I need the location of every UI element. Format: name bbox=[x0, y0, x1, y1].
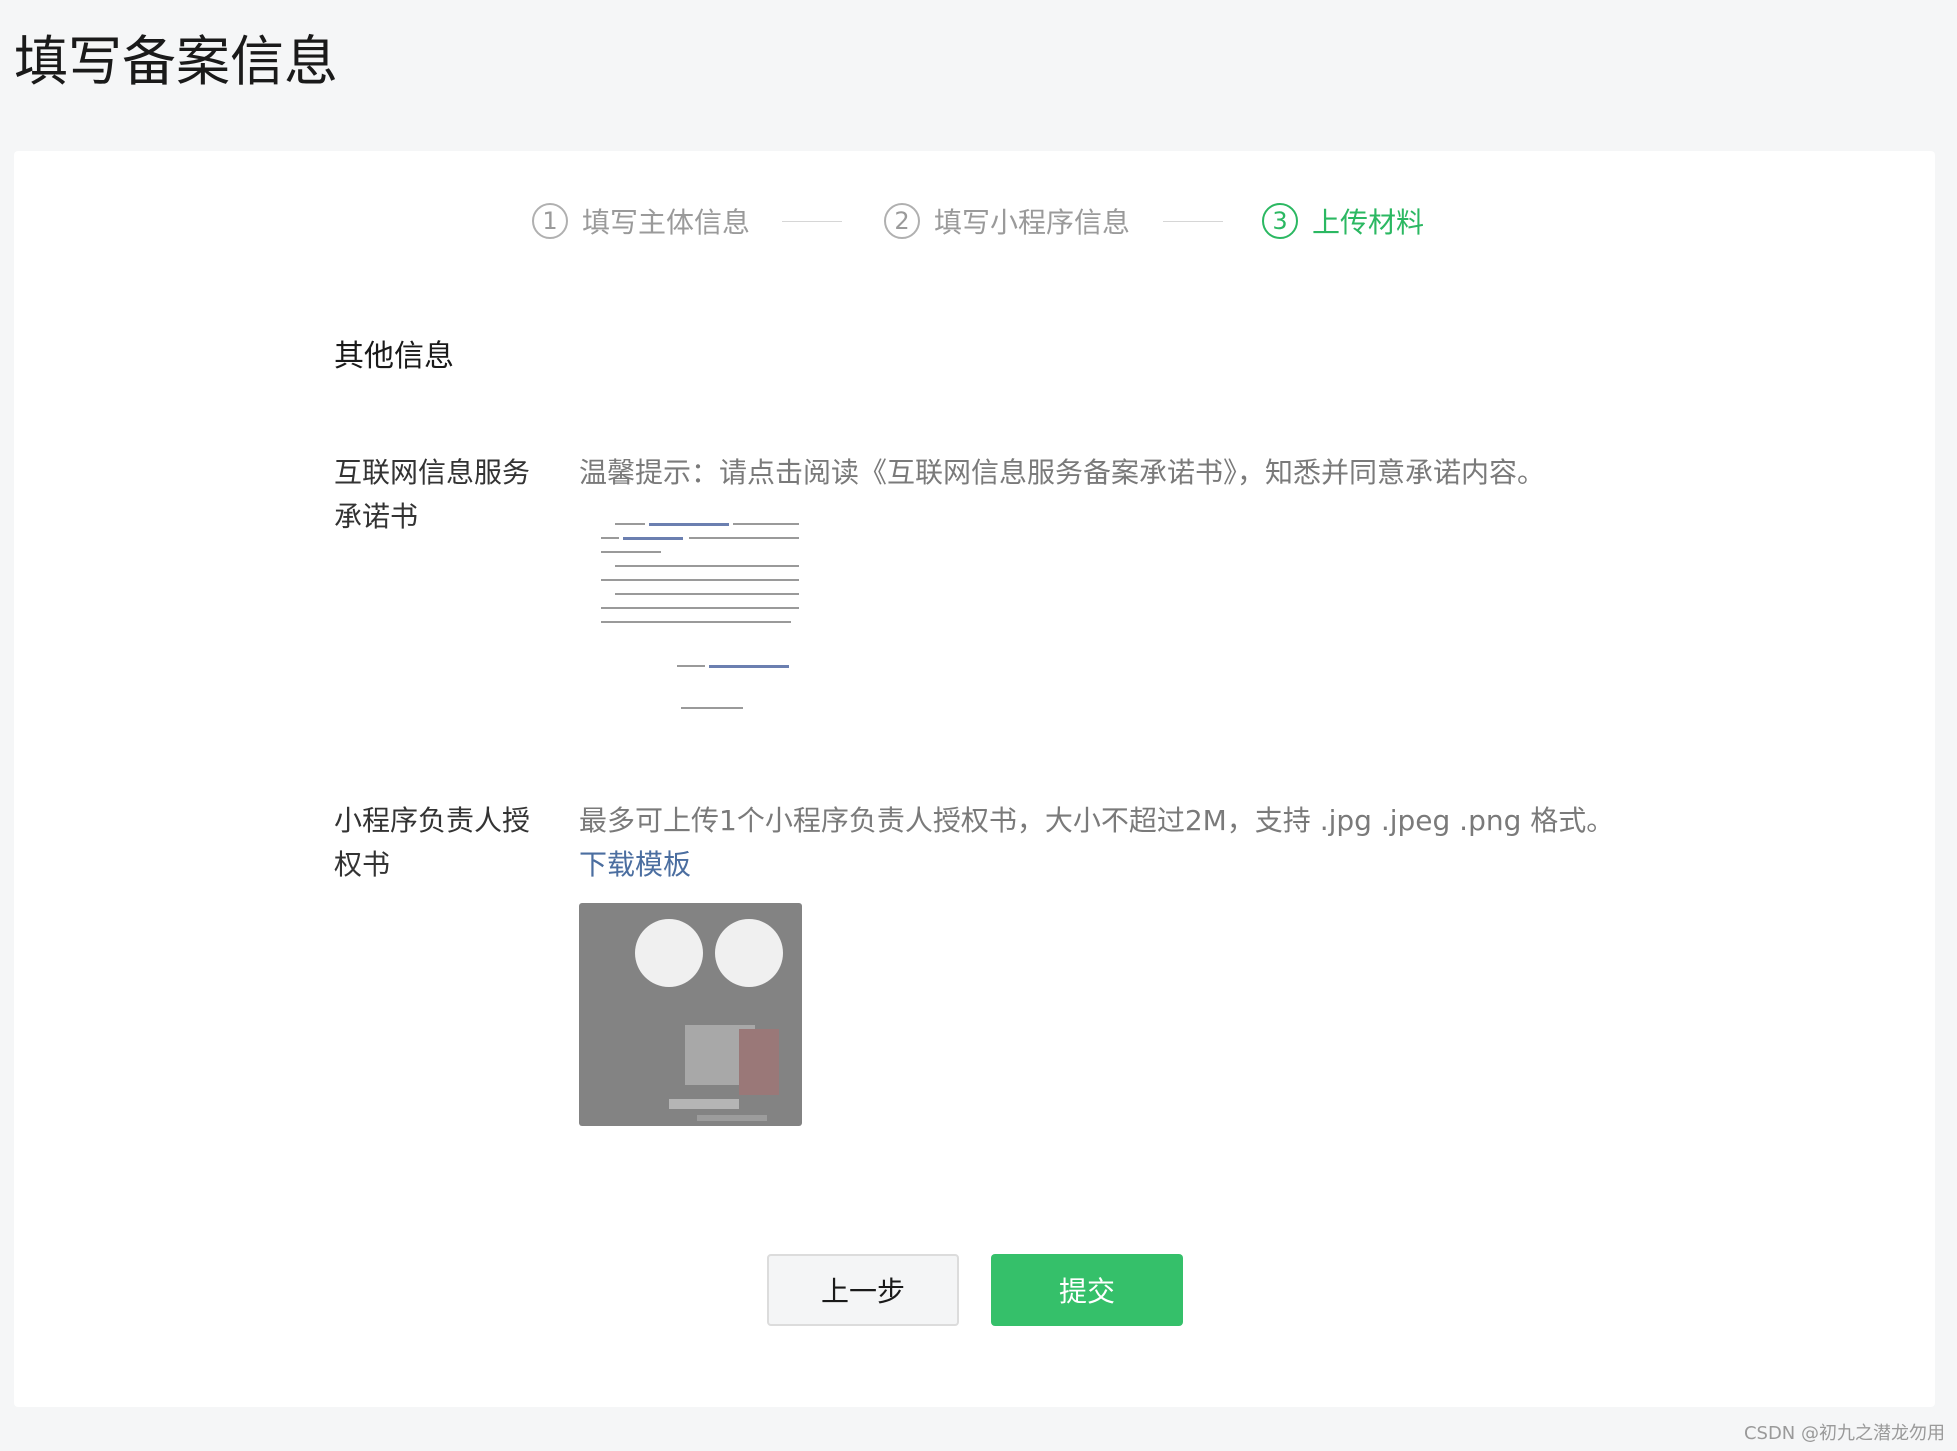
step-number-2: 2 bbox=[884, 203, 920, 239]
step-1: 1 填写主体信息 bbox=[532, 197, 750, 245]
submit-button[interactable]: 提交 bbox=[991, 1254, 1183, 1326]
commitment-label: 互联网信息服务承诺书 bbox=[334, 456, 531, 533]
step-number-1: 1 bbox=[532, 203, 568, 239]
commitment-content: 温馨提示：请点击阅读《互联网信息服务备案承诺书》，知悉并同意承诺内容。 bbox=[579, 451, 1679, 729]
step-label-3: 上传材料 bbox=[1312, 206, 1425, 239]
authorization-content: 最多可上传1个小程序负责人授权书，大小不超过2M，支持 .jpg .jpeg .… bbox=[579, 799, 1679, 1126]
page-title: 填写备案信息 bbox=[14, 30, 338, 93]
doc-text-line bbox=[623, 537, 683, 540]
prev-step-button[interactable]: 上一步 bbox=[767, 1254, 959, 1326]
uploaded-authorization-image[interactable] bbox=[579, 903, 802, 1126]
step-label-2: 填写小程序信息 bbox=[934, 206, 1131, 239]
authorization-label: 小程序负责人授权书 bbox=[334, 804, 531, 881]
step-divider-1 bbox=[782, 221, 842, 222]
doc-text-line bbox=[733, 523, 799, 525]
step-2: 2 填写小程序信息 bbox=[884, 197, 1130, 245]
doc-text-line bbox=[615, 565, 799, 567]
download-template-link[interactable]: 下载模板 bbox=[579, 843, 691, 887]
doc-text-line bbox=[601, 537, 619, 539]
image-blur-region bbox=[715, 919, 783, 987]
doc-text-line bbox=[709, 665, 789, 668]
doc-text-line bbox=[601, 579, 799, 581]
doc-text-line bbox=[601, 607, 799, 609]
step-number-3: 3 bbox=[1262, 203, 1298, 239]
commitment-document-thumbnail[interactable] bbox=[579, 509, 809, 729]
doc-text-line bbox=[681, 707, 743, 709]
section-title: 其他信息 bbox=[334, 339, 454, 374]
commitment-tip: 温馨提示：请点击阅读《互联网信息服务备案承诺书》，知悉并同意承诺内容。 bbox=[579, 456, 1546, 489]
doc-text-line bbox=[601, 621, 791, 623]
doc-text-line bbox=[677, 665, 705, 667]
step-label-1: 填写主体信息 bbox=[582, 206, 751, 239]
step-indicator: 1 填写主体信息 2 填写小程序信息 3 上传材料 bbox=[14, 197, 1935, 245]
doc-text-line bbox=[615, 593, 799, 595]
image-blur-region bbox=[739, 1029, 779, 1095]
doc-text-line bbox=[649, 523, 729, 526]
authorization-tip: 最多可上传1个小程序负责人授权书，大小不超过2M，支持 .jpg .jpeg .… bbox=[579, 804, 1615, 837]
image-blur-region bbox=[669, 1099, 739, 1109]
step-3: 3 上传材料 bbox=[1262, 197, 1424, 245]
doc-text-line bbox=[615, 523, 645, 525]
watermark: CSDN @初九之潜龙勿用 bbox=[1743, 1423, 1945, 1444]
form-card: 1 填写主体信息 2 填写小程序信息 3 上传材料 其他信息 互联网信息服务承诺… bbox=[14, 151, 1935, 1407]
image-blur-region bbox=[697, 1115, 767, 1121]
image-blur-region bbox=[635, 919, 703, 987]
doc-text-line bbox=[601, 551, 661, 553]
doc-text-line bbox=[689, 537, 799, 539]
step-divider-2 bbox=[1163, 221, 1223, 222]
